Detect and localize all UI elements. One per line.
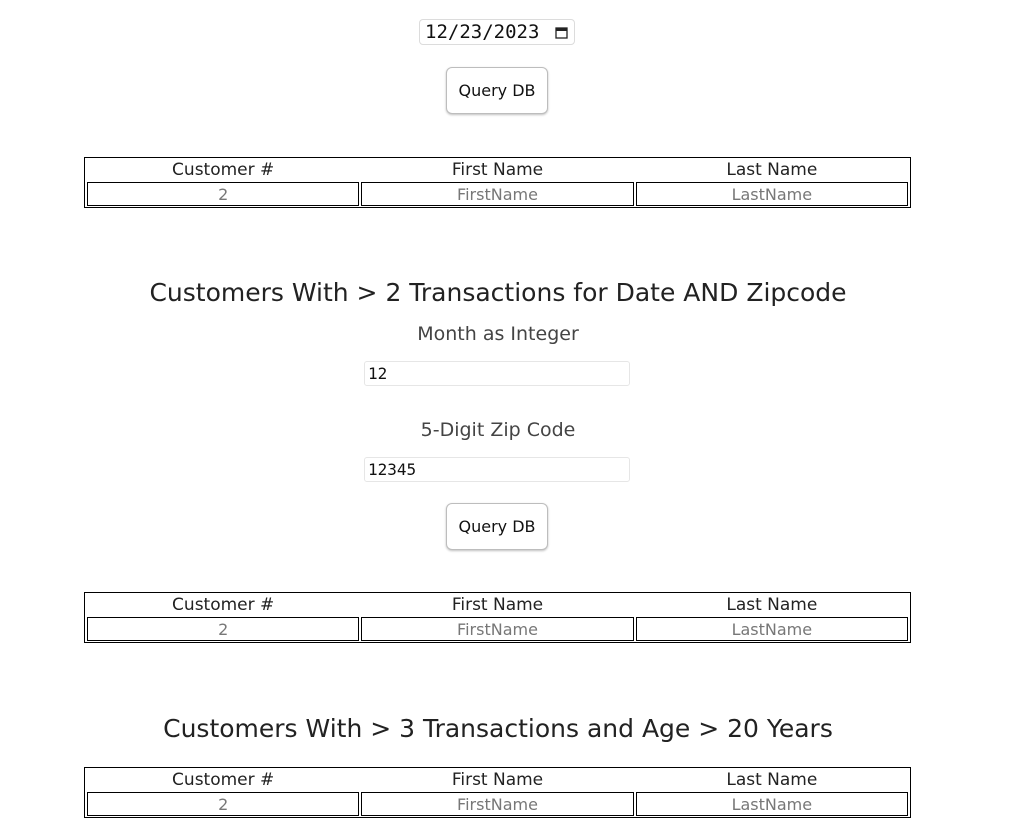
column-header-last-name: Last Name xyxy=(726,770,818,790)
table-header-row: Customer # First Name Last Name xyxy=(87,594,908,616)
cell-first-name: FirstName xyxy=(361,792,634,816)
column-header-last-name: Last Name xyxy=(726,595,818,615)
cell-customer-number: 2 xyxy=(87,792,360,816)
table-row: 2 FirstName LastName xyxy=(87,182,908,206)
column-header-last-name: Last Name xyxy=(726,160,818,180)
cell-customer-number: 2 xyxy=(87,182,360,206)
column-header-first-name: First Name xyxy=(451,770,544,790)
age-query-title: Customers With > 3 Transactions and Age … xyxy=(163,714,833,743)
date-input[interactable]: 12/23/2023 xyxy=(419,19,575,45)
month-input[interactable] xyxy=(364,361,630,386)
column-header-first-name: First Name xyxy=(451,160,544,180)
column-header-customer-number: Customer # xyxy=(172,770,275,790)
cell-last-name: LastName xyxy=(635,182,908,206)
zip-query-title: Customers With > 2 Transactions for Date… xyxy=(149,278,847,307)
cell-last-name: LastName xyxy=(635,792,908,816)
month-label: Month as Integer xyxy=(417,323,579,345)
page: 12/23/2023 Query DB Customer # First Nam… xyxy=(0,0,1016,834)
table-header-row: Customer # First Name Last Name xyxy=(87,159,908,181)
date-value: 12/23/2023 xyxy=(425,21,540,43)
calendar-icon[interactable] xyxy=(555,26,568,39)
table-row: 2 FirstName LastName xyxy=(87,792,908,816)
age-results-table: Customer # First Name Last Name 2 FirstN… xyxy=(84,767,911,818)
zip-input[interactable] xyxy=(364,457,630,482)
column-header-customer-number: Customer # xyxy=(172,595,275,615)
column-header-first-name: First Name xyxy=(451,595,544,615)
cell-customer-number: 2 xyxy=(87,617,360,641)
column-header-customer-number: Customer # xyxy=(172,160,275,180)
cell-first-name: FirstName xyxy=(361,182,634,206)
cell-first-name: FirstName xyxy=(361,617,634,641)
cell-last-name: LastName xyxy=(635,617,908,641)
table-row: 2 FirstName LastName xyxy=(87,617,908,641)
zip-results-table: Customer # First Name Last Name 2 FirstN… xyxy=(84,592,911,643)
zip-query-button[interactable]: Query DB xyxy=(446,503,548,550)
date-results-table: Customer # First Name Last Name 2 FirstN… xyxy=(84,157,911,208)
date-query-button[interactable]: Query DB xyxy=(446,67,548,114)
table-header-row: Customer # First Name Last Name xyxy=(87,769,908,791)
zip-label: 5-Digit Zip Code xyxy=(420,419,576,441)
